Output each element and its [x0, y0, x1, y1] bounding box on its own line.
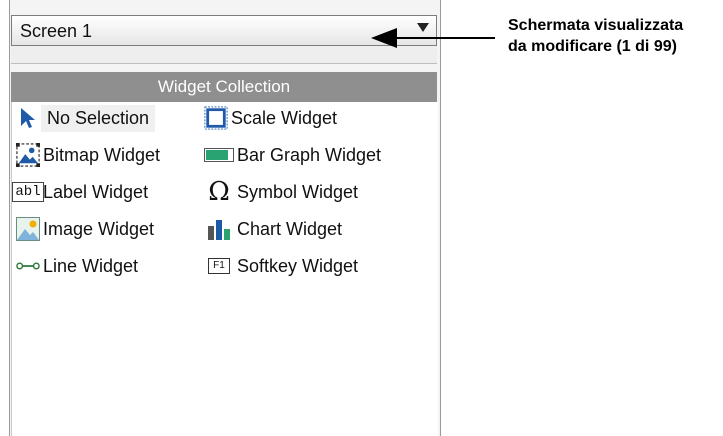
widget-item-label: Bitmap Widget	[43, 144, 161, 165]
omega-icon: Ω	[208, 177, 230, 207]
widget-item-bitmap[interactable]: Bitmap Widget	[16, 140, 160, 170]
chart-icon	[204, 216, 234, 242]
widget-collection-header: Widget Collection	[11, 72, 437, 102]
widget-item-label: Bar Graph Widget	[237, 144, 382, 165]
widget-item-no-selection[interactable]: No Selection	[16, 103, 156, 133]
widget-item-line[interactable]: Line Widget	[16, 251, 138, 281]
chevron-down-icon[interactable]	[417, 23, 429, 32]
callout-arrow-head	[371, 28, 397, 48]
widget-item-label: Symbol Widget	[237, 181, 359, 202]
widget-item-label: Softkey Widget	[237, 255, 359, 276]
bitmap-icon	[16, 142, 40, 168]
widget-item-label: Image Widget	[43, 218, 155, 239]
panel-separator	[11, 46, 437, 64]
widget-item-symbol[interactable]: Ω Symbol Widget	[204, 177, 358, 207]
widget-item-label-widget[interactable]: abl Label Widget	[12, 177, 149, 207]
screen-select-value: Screen 1	[20, 21, 93, 41]
widget-item-label: Label Widget	[43, 181, 149, 202]
widget-item-label: Chart Widget	[237, 218, 343, 239]
widget-list: No Selection Scale Widget Bitmap Widget	[11, 102, 438, 436]
bar-graph-icon	[204, 142, 234, 168]
scale-icon	[204, 105, 228, 131]
widget-item-scale[interactable]: Scale Widget	[204, 103, 337, 133]
callout-line-1: Schermata visualizzata	[508, 17, 684, 34]
widget-item-softkey[interactable]: F1 Softkey Widget	[204, 251, 358, 281]
callout-annotation: Schermata visualizzata da modificare (1 …	[508, 15, 683, 57]
widget-item-bar-graph[interactable]: Bar Graph Widget	[204, 140, 381, 170]
widget-item-image[interactable]: Image Widget	[16, 214, 154, 244]
widget-item-label: No Selection	[41, 104, 156, 132]
widget-item-chart[interactable]: Chart Widget	[204, 214, 342, 244]
image-icon	[16, 216, 40, 242]
label-icon: abl	[12, 179, 44, 205]
line-icon	[16, 253, 40, 279]
cursor-arrow-icon	[16, 105, 40, 131]
widget-item-label: Line Widget	[43, 255, 139, 276]
callout-line-2: da modificare (1 di 99)	[508, 38, 677, 55]
softkey-icon: F1	[204, 253, 234, 279]
callout-arrow-line	[395, 37, 495, 39]
widget-item-label: Scale Widget	[231, 107, 338, 128]
